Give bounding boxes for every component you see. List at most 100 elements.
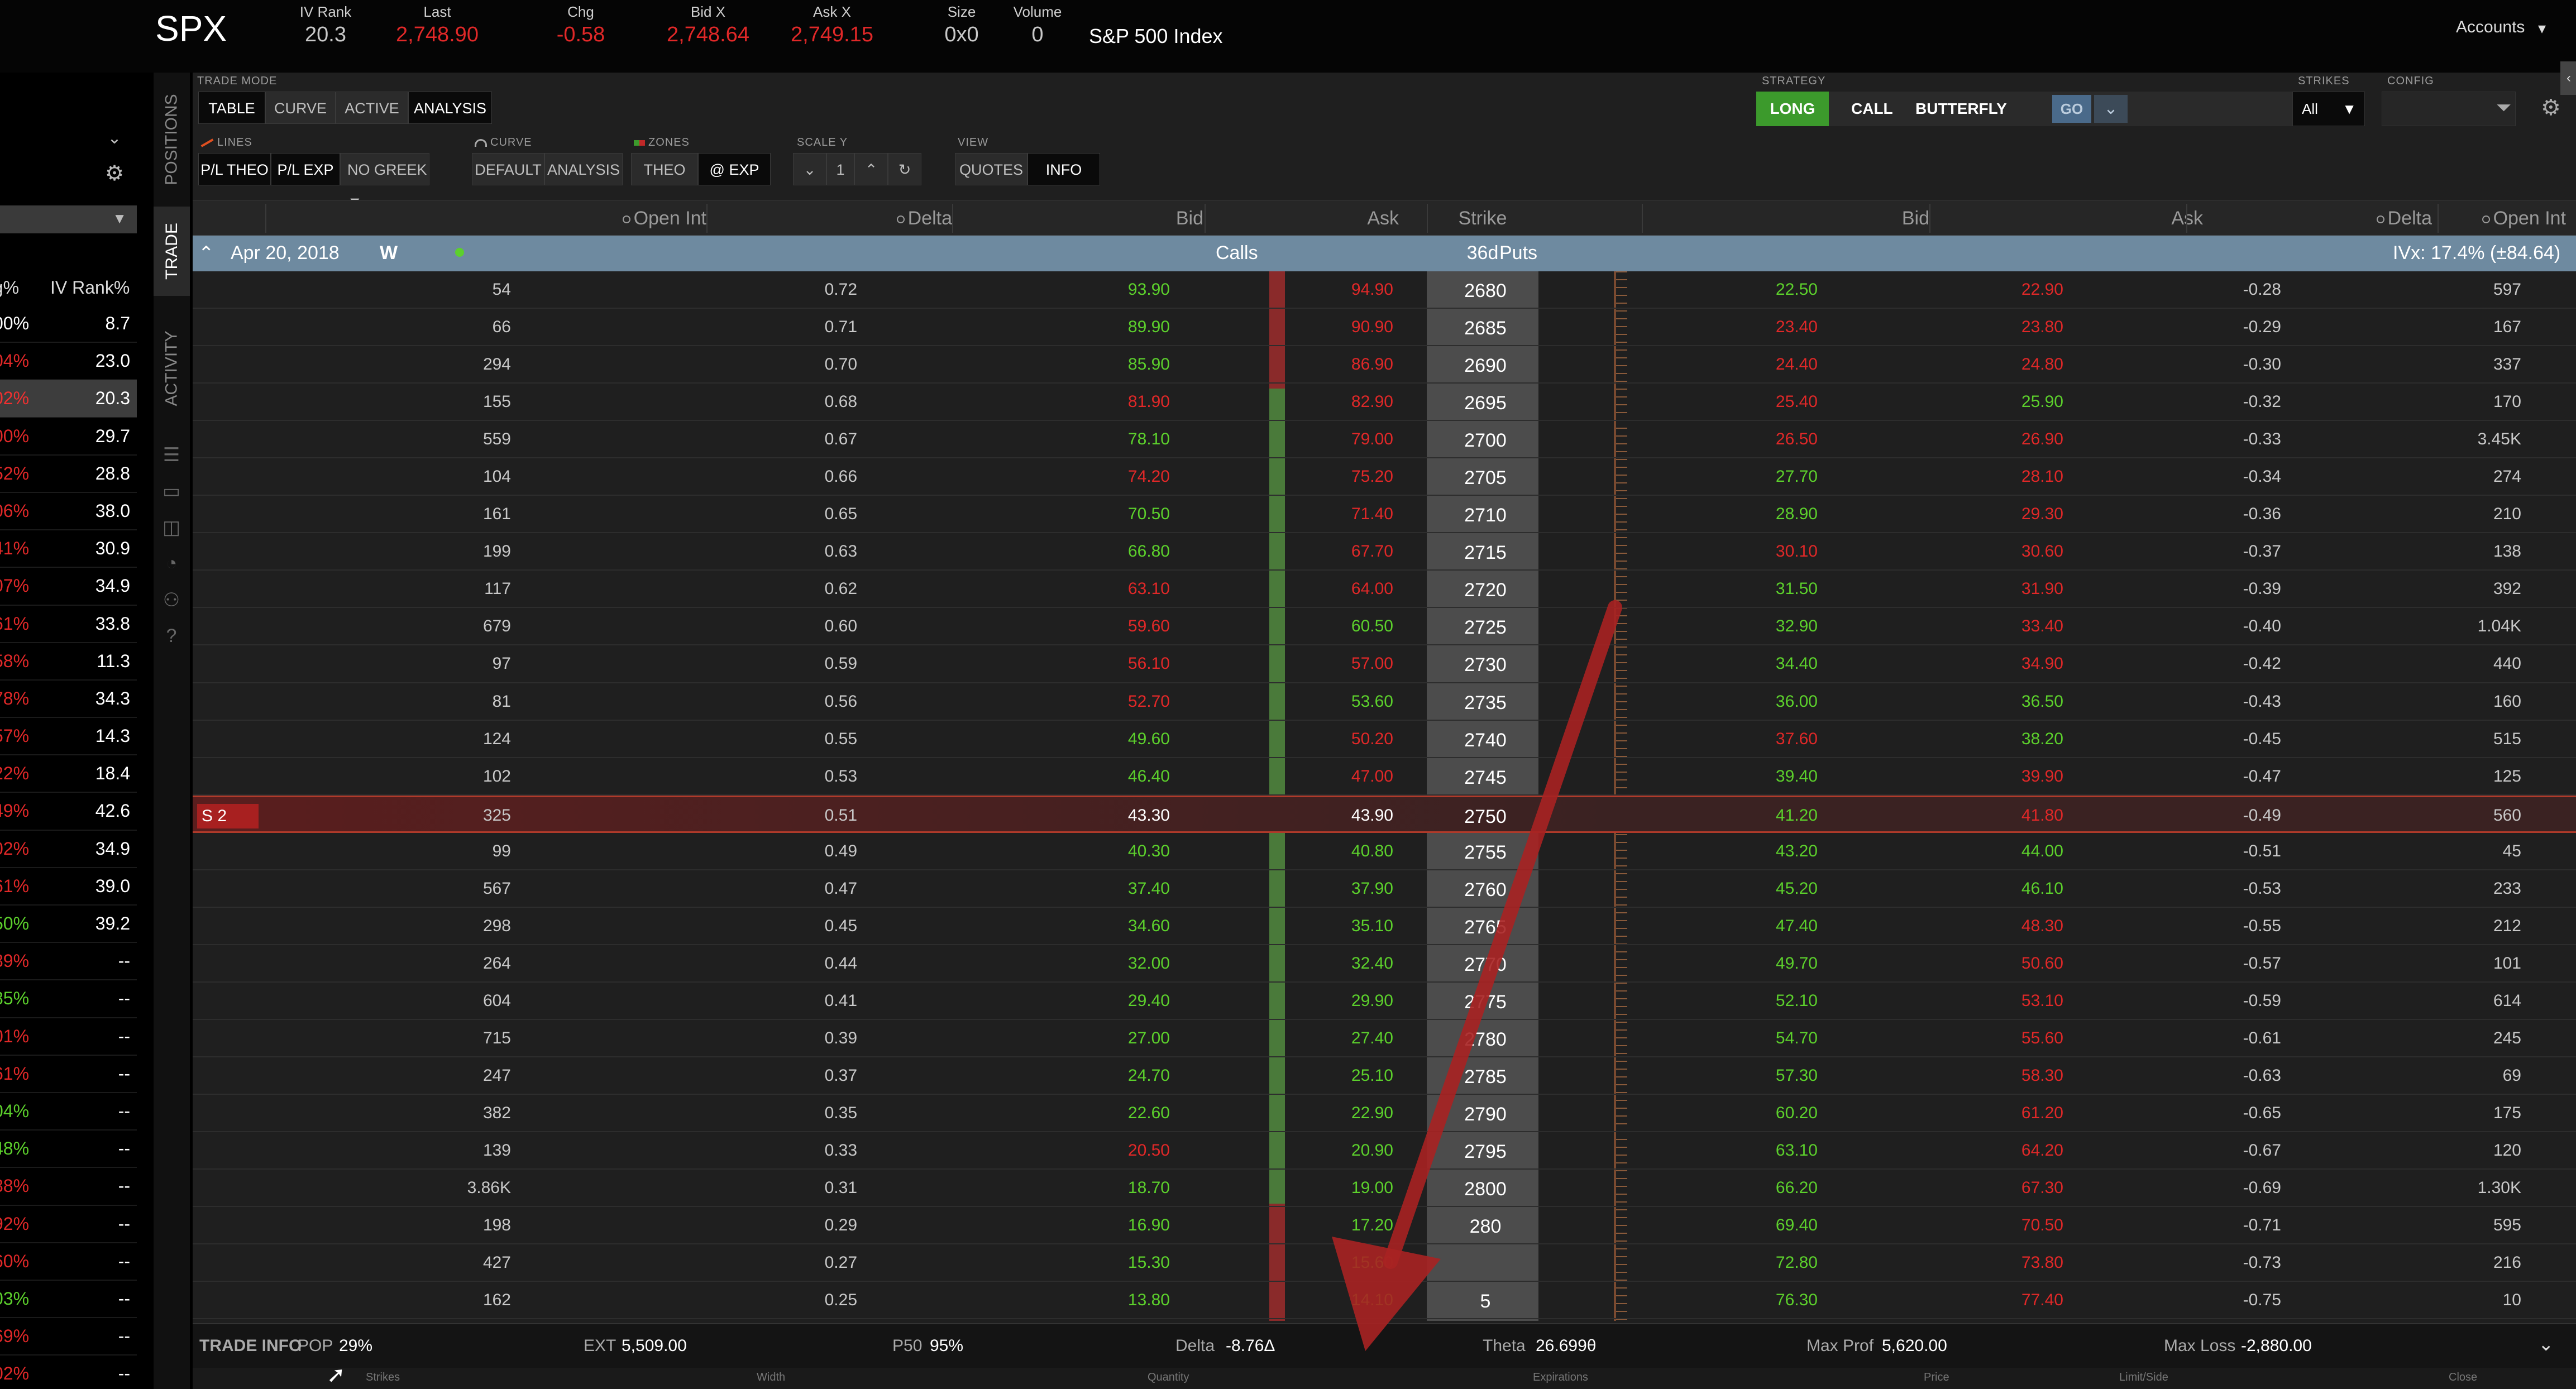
chain-row[interactable]: 54 0.72 93.90 94.90 2680 22.50 22.90 -0.…	[193, 271, 2576, 309]
call-ask[interactable]: 53.60	[1309, 692, 1393, 711]
zone-exp-button[interactable]: @ EXP	[698, 153, 771, 185]
chart-icon[interactable]: ◫	[160, 516, 183, 539]
call-ask[interactable]: 32.40	[1309, 954, 1393, 973]
chain-row[interactable]: 155 0.68 81.90 82.90 2695 25.40 25.90 -0…	[193, 384, 2576, 422]
watchlist-row[interactable]: 00% 8.7	[0, 305, 137, 343]
chevron-down-icon[interactable]: ⌄	[2538, 1333, 2554, 1356]
watchlist-row[interactable]: 50% 39.2	[0, 906, 137, 943]
chain-row[interactable]: 382 0.35 22.60 22.90 2790 60.20 61.20 -0…	[193, 1095, 2576, 1133]
watchlist-row[interactable]: 01% --	[0, 1018, 137, 1056]
scale-down-button[interactable]: ⌄	[793, 153, 826, 185]
position-tag[interactable]: S 2	[197, 803, 259, 828]
put-bid[interactable]: 22.50	[1734, 280, 1818, 299]
watchlist-row[interactable]: 00% 29.7	[0, 418, 137, 456]
chain-row[interactable]: 567 0.47 37.40 37.90 2760 45.20 46.10 -0…	[193, 870, 2576, 908]
watchlist-row[interactable]: 60% --	[0, 1243, 137, 1281]
watchlist-row[interactable]: 61% 39.0	[0, 868, 137, 906]
put-ask[interactable]: 70.50	[1980, 1216, 2063, 1235]
watchlist-row[interactable]: 88% --	[0, 1168, 137, 1206]
call-bid[interactable]: 15.30	[1086, 1253, 1170, 1272]
collapse-panel-icon[interactable]: ‹	[2560, 61, 2576, 95]
chain-row[interactable]: S 2 325 0.51 43.30 43.90 2750 41.20 41.80…	[193, 795, 2576, 833]
call-ask[interactable]: 29.90	[1309, 992, 1393, 1010]
call-bid[interactable]: 78.10	[1086, 430, 1170, 449]
go-button[interactable]: GO	[2052, 95, 2091, 123]
call-ask[interactable]: 60.50	[1309, 617, 1393, 636]
put-bid[interactable]: 57.30	[1734, 1066, 1818, 1085]
put-bid[interactable]: 25.40	[1734, 392, 1818, 411]
symbol-label[interactable]: SPX	[155, 8, 227, 49]
chain-row[interactable]: 3.86K 0.31 18.70 19.00 2800 66.20 67.30 …	[193, 1170, 2576, 1208]
call-ask[interactable]: 40.80	[1309, 842, 1393, 861]
put-bid[interactable]: 28.90	[1734, 505, 1818, 524]
put-bid[interactable]: 39.40	[1734, 767, 1818, 786]
put-bid[interactable]: 66.20	[1734, 1179, 1818, 1198]
chain-row[interactable]: 97 0.59 56.10 57.00 2730 34.40 34.90 -0.…	[193, 645, 2576, 683]
call-bid[interactable]: 40.30	[1086, 842, 1170, 861]
put-ask[interactable]: 31.90	[1980, 579, 2063, 598]
put-ask[interactable]: 64.20	[1980, 1141, 2063, 1160]
put-ask[interactable]: 36.50	[1980, 692, 2063, 711]
put-bid[interactable]: 72.80	[1734, 1253, 1818, 1272]
call-bid[interactable]: 16.90	[1086, 1216, 1170, 1235]
put-ask[interactable]: 77.40	[1980, 1291, 2063, 1310]
col-bid[interactable]: Bid	[1030, 200, 1203, 236]
put-bid[interactable]: 69.40	[1734, 1216, 1818, 1235]
gear-icon[interactable]: ⚙	[103, 161, 126, 185]
put-ask[interactable]: 25.90	[1980, 392, 2063, 411]
greek-select[interactable]: NO GREEK ▼	[340, 153, 429, 210]
call-ask[interactable]: 47.00	[1309, 767, 1393, 786]
strategy-name-select[interactable]: BUTTERFLY	[1915, 92, 2007, 126]
chain-row[interactable]: 66 0.71 89.90 90.90 2685 23.40 23.80 -0.…	[193, 309, 2576, 347]
strategy-side-button[interactable]: LONG	[1756, 92, 1829, 126]
curve-default-button[interactable]: DEFAULT	[472, 153, 544, 185]
col-ask[interactable]: Ask	[1282, 200, 1399, 236]
chevron-down-icon[interactable]: ⌄	[103, 128, 126, 151]
chain-row[interactable]: 139 0.33 20.50 20.90 2795 63.10 64.20 -0…	[193, 1132, 2576, 1170]
call-bid[interactable]: 22.60	[1086, 1104, 1170, 1123]
col-put-ask[interactable]: Ask	[1980, 200, 2203, 236]
expiration-series-row[interactable]: ⌃ Apr 20, 2018 W Calls 36d Puts IVx: 17.…	[193, 236, 2576, 271]
put-bid[interactable]: 31.50	[1734, 579, 1818, 598]
call-bid[interactable]: 74.20	[1086, 467, 1170, 486]
reset-scale-button[interactable]: ↻	[888, 153, 921, 185]
put-ask[interactable]: 41.80	[1980, 806, 2063, 825]
line-pl-exp-button[interactable]: P/L EXP	[271, 153, 340, 185]
call-ask[interactable]: 86.90	[1309, 355, 1393, 374]
col-change-pct[interactable]: hg%	[0, 277, 19, 298]
put-bid[interactable]: 43.20	[1734, 842, 1818, 861]
call-ask[interactable]: 57.00	[1309, 654, 1393, 673]
col-delta[interactable]: Delta	[773, 200, 952, 236]
put-bid[interactable]: 23.40	[1734, 318, 1818, 337]
put-ask[interactable]: 30.60	[1980, 542, 2063, 561]
chevron-down-icon[interactable]: ⌄	[2094, 95, 2128, 123]
put-ask[interactable]: 61.20	[1980, 1104, 2063, 1123]
call-ask[interactable]: 50.20	[1309, 730, 1393, 749]
put-ask[interactable]: 29.30	[1980, 505, 2063, 524]
put-ask[interactable]: 58.30	[1980, 1066, 2063, 1085]
put-bid[interactable]: 47.40	[1734, 917, 1818, 936]
col-put-bid[interactable]: Bid	[1734, 200, 1929, 236]
call-ask[interactable]: 82.90	[1309, 392, 1393, 411]
chain-row[interactable]: 102 0.53 46.40 47.00 2745 39.40 39.90 -0…	[193, 758, 2576, 796]
chain-row[interactable]: 559 0.67 78.10 79.00 2700 26.50 26.90 -0…	[193, 421, 2576, 459]
curve-analysis-button[interactable]: ANALYSIS	[544, 153, 623, 185]
put-bid[interactable]: 30.10	[1734, 542, 1818, 561]
config-input[interactable]	[2382, 92, 2516, 126]
call-bid[interactable]: 85.90	[1086, 355, 1170, 374]
accounts-menu[interactable]: Accounts	[2456, 18, 2525, 37]
chain-row[interactable]: 264 0.44 32.00 32.40 2770 49.70 50.60 -0…	[193, 945, 2576, 983]
call-bid[interactable]: 18.70	[1086, 1179, 1170, 1198]
chain-row[interactable]: 604 0.41 29.40 29.90 2775 52.10 53.10 -0…	[193, 983, 2576, 1020]
put-ask[interactable]: 48.30	[1980, 917, 2063, 936]
chain-row[interactable]: 198 0.29 16.90 17.20 280 69.40 70.50 -0.…	[193, 1207, 2576, 1245]
put-ask[interactable]: 67.30	[1980, 1179, 2063, 1198]
watchlist-row[interactable]: 61% 33.8	[0, 606, 137, 643]
call-ask[interactable]: 17.20	[1309, 1216, 1393, 1235]
watchlist-row[interactable]: 49% 42.6	[0, 793, 137, 831]
call-bid[interactable]: 70.50	[1086, 505, 1170, 524]
filter-icon[interactable]: ⏷	[2496, 97, 2511, 119]
mode-table-button[interactable]: TABLE	[198, 92, 265, 124]
strikes-select[interactable]: All ▼	[2292, 92, 2365, 126]
call-bid[interactable]: 24.70	[1086, 1066, 1170, 1085]
